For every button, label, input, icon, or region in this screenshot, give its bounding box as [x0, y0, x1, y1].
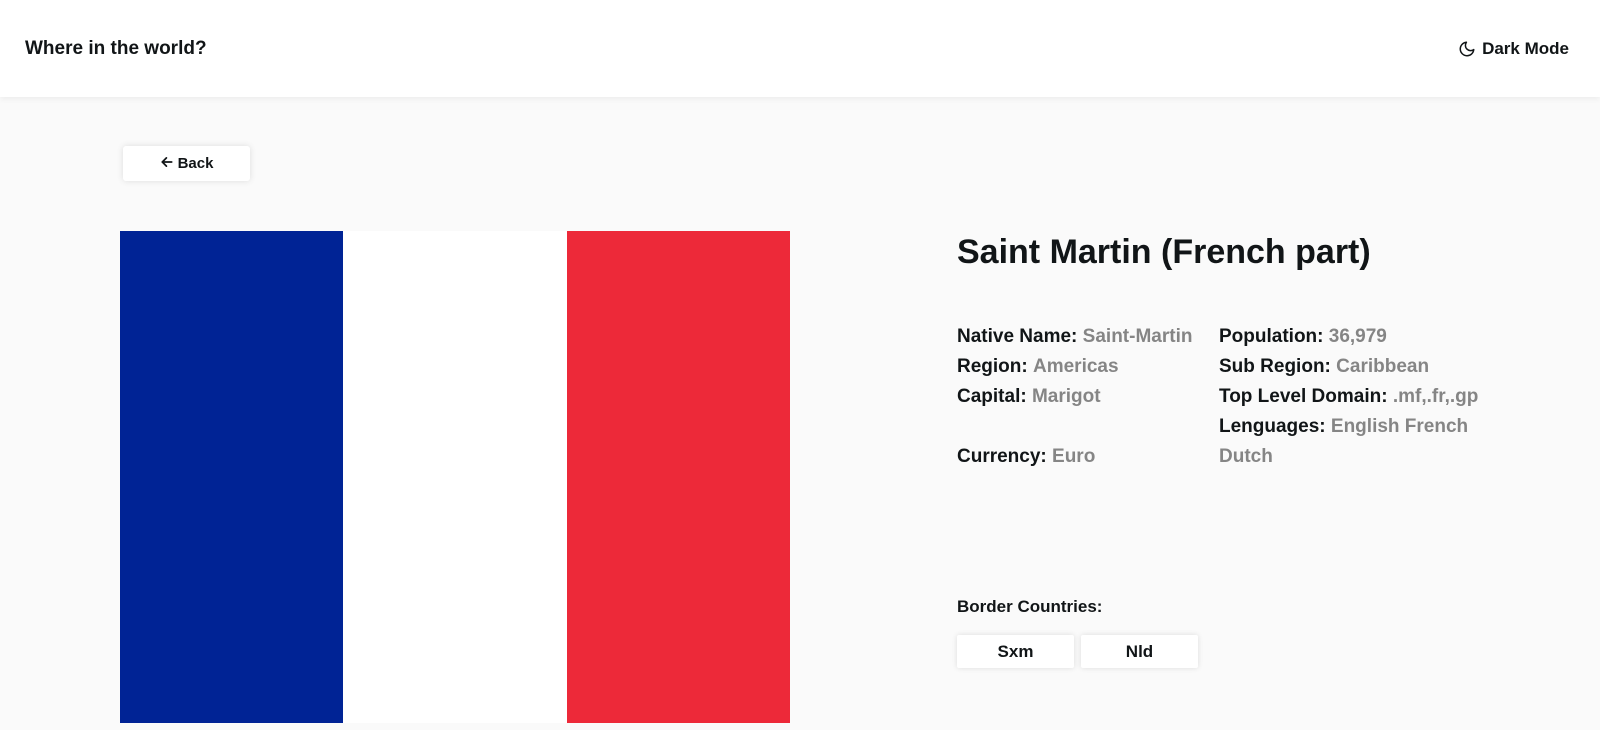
flag-stripe-white — [343, 231, 567, 723]
detail-label: Top Level Domain: — [1219, 386, 1388, 407]
border-countries-label: Border Countries: — [957, 597, 1103, 616]
back-button-label: Back — [177, 155, 214, 172]
detail-languages: Lenguages: English French Dutch — [1219, 412, 1489, 472]
dark-mode-toggle[interactable]: Dark Mode — [1458, 39, 1569, 59]
detail-label: Sub Region: — [1219, 356, 1331, 377]
detail-value: Americas — [1033, 356, 1119, 377]
detail-population: Population: 36,979 — [1219, 322, 1489, 352]
details-column-left: Native Name: Saint-Martin Region: Americ… — [957, 322, 1213, 472]
detail-value: Marigot — [1031, 386, 1101, 407]
border-countries-list: Sxm Nld — [957, 635, 1198, 668]
detail-label: Currency: — [957, 446, 1047, 467]
detail-label: Lenguages: — [1219, 416, 1326, 437]
border-country-button[interactable]: Nld — [1081, 635, 1198, 668]
detail-label: Capital: — [957, 386, 1027, 407]
detail-value: 36,979 — [1328, 326, 1387, 347]
detail-sub-region: Sub Region: Caribbean — [1219, 352, 1489, 382]
border-country-button[interactable]: Sxm — [957, 635, 1074, 668]
detail-spacer — [957, 412, 1213, 442]
back-button[interactable]: Back — [123, 146, 250, 181]
country-name: Saint Martin (French part) — [957, 233, 1371, 271]
detail-value: .mf,.fr,.gp — [1392, 386, 1479, 407]
country-flag — [120, 231, 790, 723]
dark-mode-label: Dark Mode — [1482, 38, 1569, 58]
detail-label: Native Name: — [957, 326, 1078, 347]
flag-stripe-red — [566, 231, 790, 723]
detail-value: Saint-Martin — [1082, 326, 1193, 347]
detail-region: Region: Americas — [957, 352, 1213, 382]
detail-top-level-domain: Top Level Domain: .mf,.fr,.gp — [1219, 382, 1489, 412]
flag-stripe-blue — [120, 231, 344, 723]
detail-value: Caribbean — [1336, 356, 1430, 377]
arrow-left-icon — [160, 155, 174, 173]
detail-label: Region: — [957, 356, 1028, 377]
detail-currency: Currency: Euro — [957, 442, 1213, 472]
top-header: Where in the world? Dark Mode — [0, 0, 1600, 97]
app-title: Where in the world? — [25, 37, 207, 59]
detail-capital: Capital: Marigot — [957, 382, 1213, 412]
detail-native-name: Native Name: Saint-Martin — [957, 322, 1213, 352]
details-column-right: Population: 36,979 Sub Region: Caribbean… — [1219, 322, 1489, 472]
detail-value: Euro — [1052, 446, 1096, 467]
moon-icon — [1458, 40, 1476, 58]
detail-label: Population: — [1219, 326, 1324, 347]
